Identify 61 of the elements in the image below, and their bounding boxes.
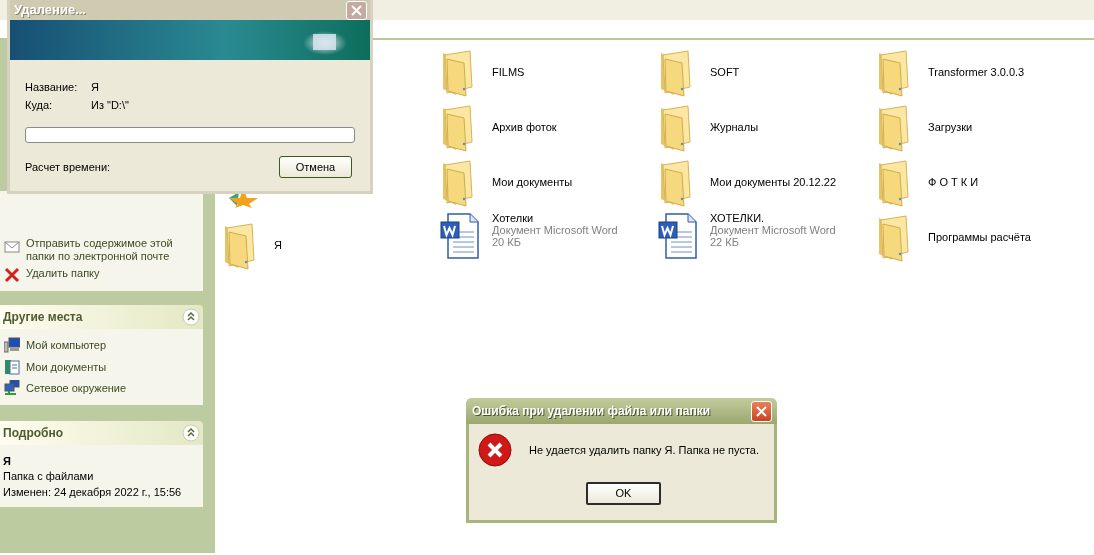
delete-icon <box>4 267 20 283</box>
documents-icon <box>4 358 20 375</box>
folder-icon <box>440 48 476 97</box>
network-icon <box>4 380 20 397</box>
item-size: 22 КБ <box>710 236 740 248</box>
folder-icon <box>876 158 912 207</box>
word-document-icon <box>658 212 698 260</box>
folder-icon <box>658 48 694 97</box>
item-name[interactable]: Мои документы 20.12.22 <box>710 174 837 191</box>
close-button[interactable] <box>751 400 772 422</box>
error-message: Не удается удалить папку Я. Папка не пуста. <box>529 442 759 458</box>
task-link[interactable]: Удалить папку <box>26 267 186 280</box>
item-name[interactable]: Transformer 3.0.0.3 <box>928 64 1025 81</box>
dialog-title: Ошибка при удалении файла или папки <box>472 403 710 420</box>
folder-icon <box>658 158 694 207</box>
item-type: Документ Microsoft Word <box>710 224 836 236</box>
computer-icon <box>4 337 20 354</box>
item-name[interactable]: ХОТЕЛКИ. <box>710 212 836 224</box>
folder-icon <box>440 103 476 152</box>
folder-icon <box>876 48 912 97</box>
close-icon <box>351 4 362 16</box>
details-modified: Изменен: 24 декабря 2022 г., 15:56 <box>3 484 183 499</box>
details-name: Я <box>3 454 12 467</box>
item-name[interactable]: Ф О Т К И <box>928 174 979 191</box>
folder-icon <box>658 103 694 152</box>
task-link[interactable]: Отправить содержимое этой папки по электронной почте <box>26 237 186 263</box>
name-label: Название: <box>25 80 79 95</box>
panel-title: Подробно <box>3 424 64 442</box>
item-name[interactable]: Хотелки <box>492 212 618 224</box>
name-value: Я <box>91 80 99 95</box>
item-name[interactable]: SOFT <box>710 64 740 81</box>
dialog-title: Удаление... <box>14 1 86 20</box>
item-name[interactable]: Я <box>274 237 282 254</box>
word-document-icon <box>440 212 480 260</box>
collapse-icon[interactable] <box>182 423 200 442</box>
item-name[interactable]: FILMS <box>492 64 525 81</box>
envelope-icon <box>4 238 20 254</box>
item-name[interactable]: Архив фоток <box>492 119 557 136</box>
collapse-icon[interactable] <box>182 308 200 326</box>
place-link[interactable]: Мои документы <box>26 358 107 375</box>
cancel-button[interactable]: Отмена <box>279 156 352 178</box>
place-link[interactable]: Сетевое окружение <box>26 380 127 397</box>
folder-icon <box>222 221 258 270</box>
details-type: Папка с файлами <box>3 469 95 482</box>
destination-value: Из "D:\" <box>91 98 129 113</box>
item-name[interactable]: Программы расчёта <box>928 229 1031 246</box>
ok-button[interactable]: OK <box>586 482 661 505</box>
folder-icon <box>440 158 476 207</box>
error-icon <box>478 433 512 467</box>
place-link[interactable]: Мой компьютер <box>26 337 107 354</box>
destination-label: Куда: <box>25 98 54 113</box>
item-type: Документ Microsoft Word <box>492 224 618 236</box>
item-name[interactable]: Журналы <box>710 119 759 136</box>
close-icon <box>756 405 767 417</box>
panel-title: Другие места <box>3 309 83 326</box>
item-name[interactable]: Загрузки <box>928 119 973 136</box>
time-label: Расчет времени: <box>25 159 111 175</box>
folder-icon <box>876 213 912 262</box>
folder-icon <box>876 103 912 152</box>
item-size: 20 КБ <box>492 236 522 248</box>
item-name[interactable]: Мои документы <box>492 174 573 191</box>
